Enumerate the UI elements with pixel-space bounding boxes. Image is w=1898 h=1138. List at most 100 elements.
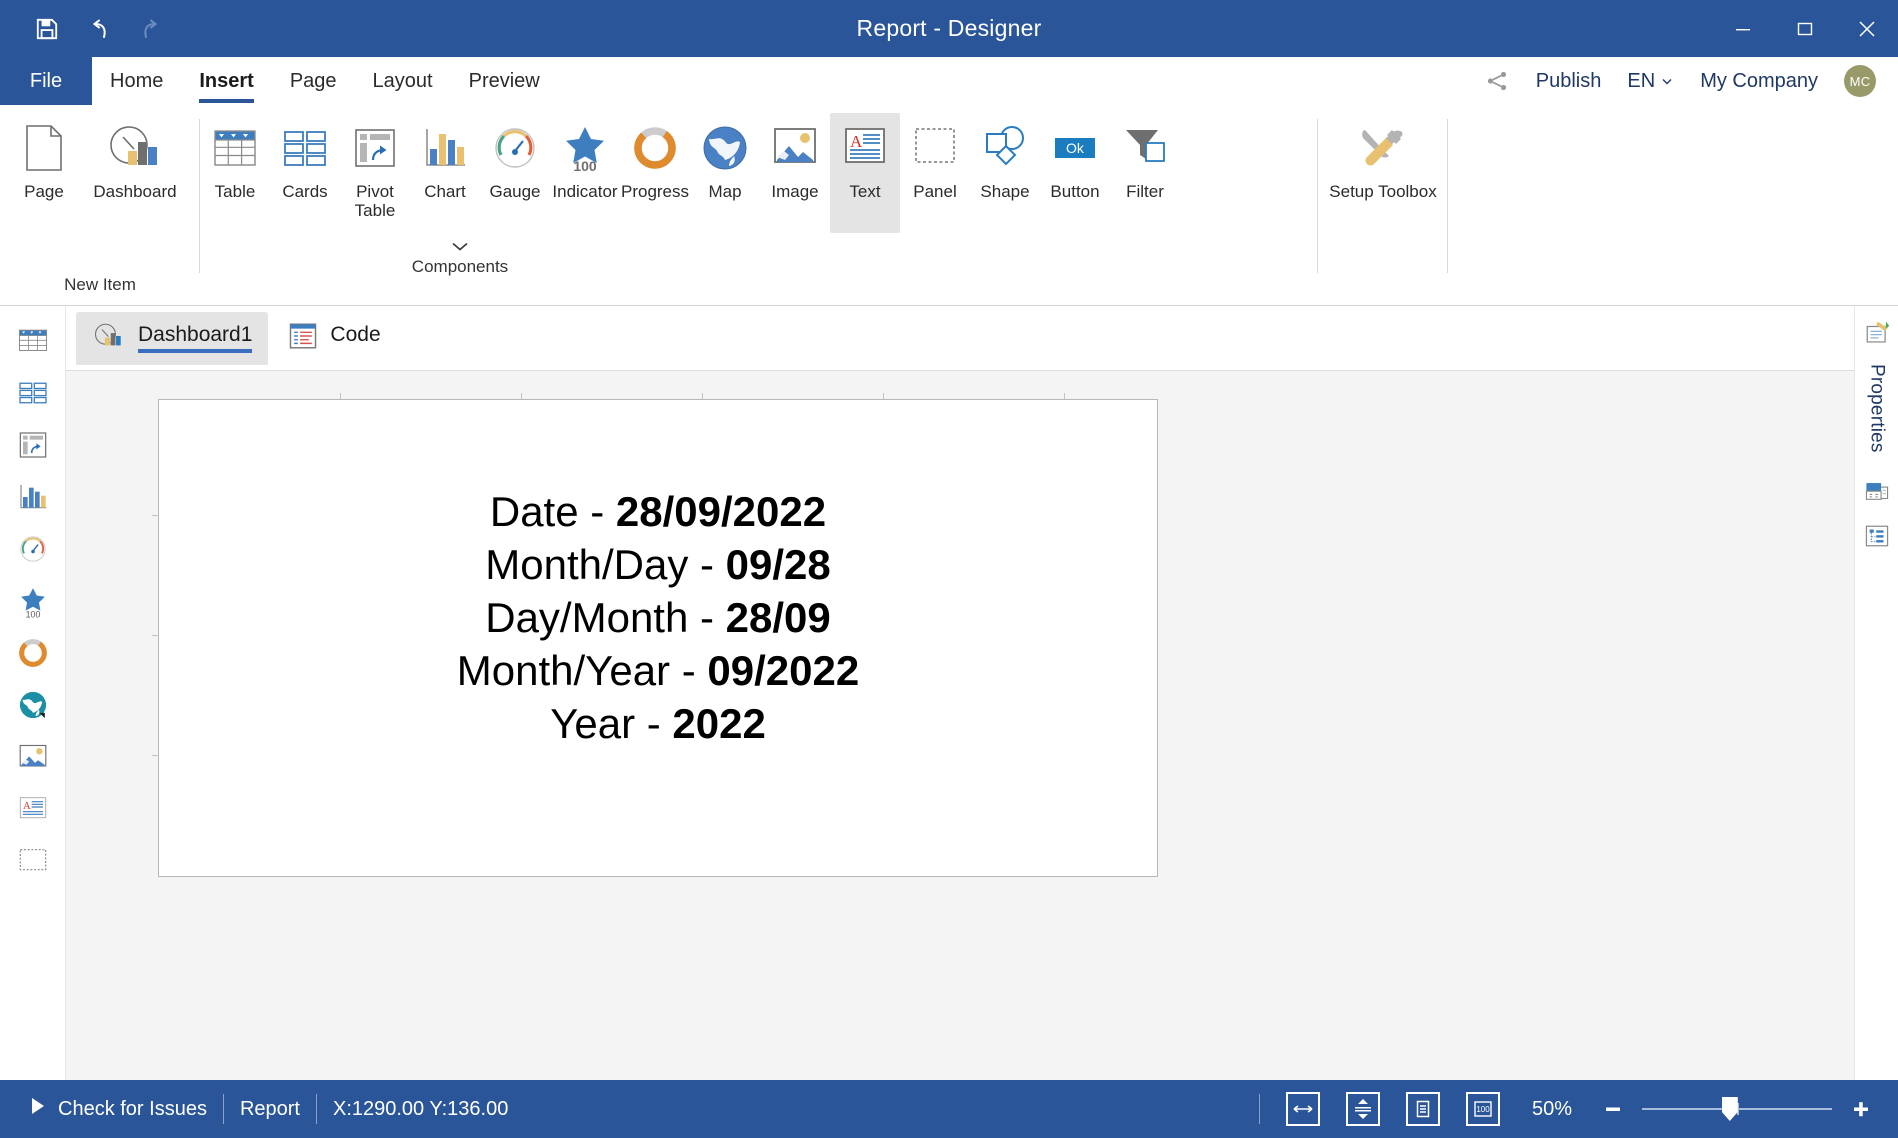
company-name[interactable]: My Company xyxy=(1700,70,1818,93)
status-right: 100 50% xyxy=(1258,1092,1898,1126)
ribbon-item-shape[interactable]: Shape xyxy=(970,113,1040,205)
map-icon xyxy=(19,691,46,719)
toolbox-item-table[interactable] xyxy=(11,324,55,358)
ribbon-item-cards[interactable]: Cards xyxy=(270,113,340,205)
tab-page[interactable]: Page xyxy=(272,57,355,105)
ribbon-item-filter[interactable]: Filter xyxy=(1110,113,1180,205)
ribbon-item-label: Image xyxy=(771,182,819,201)
tab-insert[interactable]: Insert xyxy=(181,57,271,105)
canvas-area[interactable]: Date - 28/09/2022 Month/Day - 09/28 Day/… xyxy=(66,370,1854,1080)
work-area: Dashboard1 Code Date - 28/09/2022 Month/… xyxy=(66,306,1854,1080)
ribbon-item-label: Panel xyxy=(913,182,957,201)
tab-layout[interactable]: Layout xyxy=(355,57,451,105)
properties-icon[interactable] xyxy=(1861,318,1893,348)
toolbox-item-pivot-table[interactable] xyxy=(11,428,55,462)
ribbon-item-page[interactable]: Page xyxy=(9,113,79,205)
zoom-in-button[interactable] xyxy=(1846,1094,1876,1124)
text-component[interactable]: Date - 28/09/2022 Month/Day - 09/28 Day/… xyxy=(159,486,1157,751)
ribbon-item-label: Page xyxy=(24,182,64,201)
ribbon-item-pivot-table[interactable]: Pivot Table xyxy=(340,113,410,224)
table-icon xyxy=(18,329,47,351)
share-icon[interactable] xyxy=(1484,68,1510,94)
zoom-track[interactable] xyxy=(1642,1097,1832,1121)
properties-label[interactable]: Properties xyxy=(1866,364,1888,453)
ribbon-item-image[interactable]: Image xyxy=(760,113,830,205)
zoom-slider[interactable] xyxy=(1598,1094,1876,1124)
redo-button[interactable] xyxy=(128,6,174,52)
ribbon-item-dashboard[interactable]: Dashboard xyxy=(79,113,191,205)
doc-tab-dashboard1[interactable]: Dashboard1 xyxy=(76,311,269,365)
cursor-coordinates: X:1290.00 Y:136.00 xyxy=(332,1097,509,1120)
indicator-value: 100 xyxy=(25,609,40,618)
check-for-issues-button[interactable]: Check for Issues xyxy=(14,1080,223,1138)
toolbox-item-text[interactable]: A xyxy=(11,792,55,826)
toolbox-item-map[interactable] xyxy=(11,688,55,722)
ribbon-item-panel[interactable]: Panel xyxy=(900,113,970,205)
undo-button[interactable] xyxy=(76,6,122,52)
ribbon-item-label: Setup Toolbox xyxy=(1329,182,1437,201)
single-page-button[interactable] xyxy=(1405,1092,1440,1126)
publish-button[interactable]: Publish xyxy=(1536,70,1602,93)
ribbon-item-gauge[interactable]: Gauge xyxy=(480,113,550,205)
toolbox-item-chart[interactable] xyxy=(11,480,55,514)
zoom-thumb[interactable] xyxy=(1721,1097,1738,1121)
toolbox-item-panel[interactable] xyxy=(11,844,55,878)
filter-icon xyxy=(1120,119,1170,177)
ribbon-item-progress[interactable]: Progress xyxy=(620,113,690,205)
fit-page-button[interactable] xyxy=(1345,1092,1380,1126)
toolbox-item-cards[interactable] xyxy=(11,376,55,410)
components-expand-chevron[interactable] xyxy=(200,239,720,253)
dashboard-icon xyxy=(92,321,126,356)
ribbon-item-chart[interactable]: Chart xyxy=(410,113,480,205)
doc-tab-code[interactable]: Code xyxy=(272,313,396,364)
pivot-table-icon xyxy=(19,432,46,458)
ribbon-item-setup-toolbox[interactable]: Setup Toolbox xyxy=(1327,113,1439,205)
text-row-value: 28/09/2022 xyxy=(615,488,827,535)
ribbon-item-table[interactable]: Table xyxy=(200,113,270,205)
tab-file[interactable]: File xyxy=(0,57,92,105)
actual-size-button[interactable]: 100 xyxy=(1465,1092,1500,1126)
text-row-value: 09/2022 xyxy=(707,646,860,694)
svg-text:A: A xyxy=(23,801,31,812)
fit-width-button[interactable] xyxy=(1285,1092,1320,1126)
report-page[interactable]: Date - 28/09/2022 Month/Day - 09/28 Day/… xyxy=(152,393,1158,877)
menu-bar: File Home Insert Page Layout Preview Pub… xyxy=(0,57,1898,105)
ribbon-item-indicator[interactable]: 100 Indicator xyxy=(550,113,620,205)
report-button[interactable]: Report xyxy=(224,1080,316,1138)
ribbon-item-label: Table xyxy=(214,182,256,201)
tab-home[interactable]: Home xyxy=(92,57,181,105)
minimize-button[interactable] xyxy=(1712,0,1774,57)
setup-toolbox-icon xyxy=(1356,119,1410,177)
panel-icon xyxy=(911,119,959,177)
dictionary-icon[interactable] xyxy=(1861,477,1893,507)
page-icon xyxy=(23,119,65,177)
ribbon-item-button[interactable]: Ok Button xyxy=(1040,113,1110,205)
tab-preview[interactable]: Preview xyxy=(451,57,558,105)
toolbox-item-progress[interactable] xyxy=(11,636,55,670)
shape-icon xyxy=(979,119,1031,177)
ribbon-group-label: New Item xyxy=(64,275,136,294)
text-row-value: 2022 xyxy=(672,699,766,747)
ribbon-item-label: Cards xyxy=(282,182,328,201)
language-selector[interactable]: EN xyxy=(1627,70,1674,93)
window-controls xyxy=(1712,0,1898,57)
toolbox-item-image[interactable] xyxy=(11,740,55,774)
ribbon-item-map[interactable]: Map xyxy=(690,113,760,205)
ribbon-group-new-item: Page Dashboard New Item xyxy=(0,105,200,305)
toolbox-item-indicator[interactable]: 100 xyxy=(11,584,55,618)
report-tree-icon[interactable] xyxy=(1861,521,1893,551)
text-row-label: Year - xyxy=(550,699,673,747)
left-toolbox: 100 A xyxy=(0,306,66,1080)
save-button[interactable] xyxy=(24,6,70,52)
play-icon xyxy=(30,1097,46,1121)
maximize-button[interactable] xyxy=(1774,0,1836,57)
zoom-out-button[interactable] xyxy=(1598,1094,1628,1124)
text-row-label: Day/Month - xyxy=(485,593,726,641)
avatar[interactable]: MC xyxy=(1844,65,1876,97)
doc-tab-label: Dashboard1 xyxy=(138,323,253,353)
toolbox-item-gauge[interactable] xyxy=(11,532,55,566)
close-button[interactable] xyxy=(1836,0,1898,57)
ribbon-item-label: Gauge xyxy=(489,182,541,201)
ribbon-item-text[interactable]: A Text xyxy=(830,113,900,233)
text-icon: A xyxy=(841,119,889,177)
